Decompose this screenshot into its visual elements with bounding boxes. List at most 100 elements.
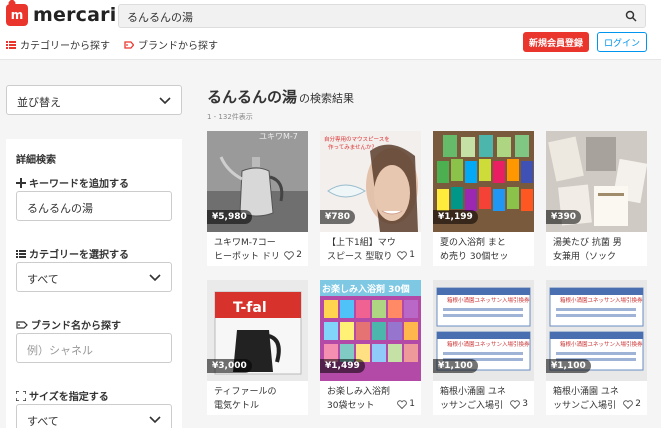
header-nav: カテゴリーから探す ブランドから探す (6, 37, 218, 52)
nav-brand-label: ブランドから探す (138, 41, 218, 52)
item-price: ¥1,499 (320, 359, 365, 373)
register-button[interactable]: 新規会員登録 (523, 32, 589, 52)
item-price: ¥390 (546, 210, 582, 224)
sort-select[interactable]: 並び替え (6, 85, 182, 115)
item-likes-count: 1 (409, 399, 415, 409)
item-card[interactable]: 箱根小涌園ユネッサン入場引換券 箱根小涌園ユネッサン入場引換券 ¥1,100 箱… (546, 280, 647, 415)
brand-placeholder: 例）シャネル (27, 344, 93, 357)
item-name: 【上下1組】マウスピース 型取り用 (327, 238, 396, 262)
item-price: ¥1,100 (546, 359, 591, 373)
logo-icon: m (6, 4, 28, 26)
svg-text:作ってみませんか？: 作ってみませんか？ (328, 143, 377, 151)
size-select[interactable]: すべて (16, 404, 172, 428)
list-icon (6, 40, 16, 49)
size-label-text: サイズを指定する (29, 392, 109, 403)
brand-label: ブランド名から探す (16, 317, 121, 332)
item-card[interactable]: ¥390 湯美たび 抗菌 男女兼用（ソックス） (546, 131, 647, 266)
item-image-caption: 箱根小涌園ユネッサン入場引換券 (447, 296, 530, 304)
item-image-caption: ユキワM-7 (259, 132, 298, 141)
header: m mercari るんるんの湯 カテゴリーから探す ブランドから探す 新規会員… (0, 0, 661, 60)
chevron-down-icon (149, 416, 161, 424)
nav-category-label: カテゴリーから探す (20, 41, 110, 52)
brand-input[interactable]: 例）シャネル (16, 333, 172, 363)
item-card[interactable]: 自分専用のマウスピースを 作ってみませんか？ ¥780 【上下1組】マウスピース… (320, 131, 421, 266)
item-name: ティファールの電気ケトル (214, 387, 277, 411)
item-likes[interactable]: 1 (397, 250, 415, 260)
item-card[interactable]: ユキワM-7 ¥5,980 ユキワM-7コーヒーポット ドリップポット 2 (207, 131, 308, 266)
brand-label-text: ブランド名から探す (31, 321, 121, 332)
item-image: 自分専用のマウスピースを 作ってみませんか？ ¥780 (320, 131, 421, 232)
keyword-value: るんるんの湯 (27, 202, 93, 215)
item-image-caption: 箱根小涌園ユネッサン入場引換券 (560, 296, 643, 304)
size-icon (16, 390, 26, 401)
item-image-caption: T-fal (233, 300, 267, 316)
search-input[interactable]: るんるんの湯 (118, 4, 646, 28)
item-price: ¥5,980 (207, 210, 252, 224)
results-title: るんるんの湯 の検索結果 (207, 86, 354, 107)
item-likes-count: 2 (296, 250, 302, 260)
heart-icon (623, 399, 634, 409)
keyword-input[interactable]: るんるんの湯 (16, 191, 172, 221)
tag-icon (16, 320, 28, 329)
results-suffix: の検索結果 (299, 92, 355, 105)
item-card[interactable]: T-fal ¥3,000 ティファールの電気ケトル (207, 280, 308, 415)
filter-title: 詳細検索 (16, 155, 56, 166)
item-image: ユキワM-7 ¥5,980 (207, 131, 308, 232)
category-select[interactable]: すべて (16, 262, 172, 292)
item-image: ¥390 (546, 131, 647, 232)
search-value: るんるんの湯 (127, 11, 193, 24)
chevron-down-icon (159, 97, 171, 105)
mercari-logo[interactable]: m mercari (6, 4, 116, 26)
item-likes-count: 3 (522, 399, 528, 409)
item-likes[interactable]: 3 (510, 399, 528, 409)
item-image-caption: お楽しみ入浴剤 30個 (322, 283, 410, 295)
item-likes[interactable]: 2 (623, 399, 641, 409)
category-label-text: カテゴリーを選択する (29, 250, 129, 261)
item-price: ¥1,199 (433, 210, 478, 224)
results-query: るんるんの湯 (207, 88, 298, 106)
item-card[interactable]: お楽しみ入浴剤 30個 ¥1,499 お楽しみ入浴剤 30袋セット 1 (320, 280, 421, 415)
item-price: ¥780 (320, 210, 356, 224)
results-count: 1 - 132件表示 (207, 113, 253, 121)
heart-icon (397, 399, 408, 409)
item-name: お楽しみ入浴剤 30袋セット (327, 387, 391, 411)
sort-label: 並び替え (17, 96, 61, 109)
item-image: T-fal ¥3,000 (207, 280, 308, 381)
chevron-down-icon (149, 274, 161, 282)
item-name: 箱根小涌園 ユネッサンご入場引換券 (553, 387, 619, 411)
keyword-label-text: キーワードを追加する (29, 179, 129, 190)
item-name: 湯美たび 抗菌 男女兼用（ソックス） (553, 238, 622, 262)
item-likes-count: 1 (409, 250, 415, 260)
svg-text:自分専用のマウスピースを: 自分専用のマウスピースを (324, 135, 390, 143)
category-label: カテゴリーを選択する (16, 246, 129, 261)
item-image: 箱根小涌園ユネッサン入場引換券 箱根小涌園ユネッサン入場引換券 ¥1,100 (546, 280, 647, 381)
list-icon (16, 249, 26, 258)
item-name: 箱根小涌園 ユネッサンご入場引換券 (440, 387, 506, 411)
item-price: ¥1,100 (433, 359, 478, 373)
nav-brand[interactable]: ブランドから探す (124, 37, 218, 52)
size-label: サイズを指定する (16, 388, 109, 403)
item-image: ¥1,199 (433, 131, 534, 232)
filter-panel: 詳細検索 キーワードを追加する るんるんの湯 カテゴリーを選択する すべて ブラ… (6, 139, 182, 428)
item-likes[interactable]: 2 (284, 250, 302, 260)
login-button[interactable]: ログイン (597, 32, 647, 52)
category-value: すべて (27, 273, 59, 286)
item-card[interactable]: ¥1,199 夏の入浴剤 まとめ売り 30個セット 泡入 (433, 131, 534, 266)
logo-text: mercari (33, 4, 117, 26)
item-name: ユキワM-7コーヒーポット ドリップポット (214, 238, 280, 262)
tag-icon (124, 40, 134, 49)
size-value: すべて (27, 415, 59, 428)
item-image: 箱根小涌園ユネッサン入場引換券 箱根小涌園ユネッサン入場引換券 ¥1,100 (433, 280, 534, 381)
heart-icon (284, 250, 295, 260)
item-likes-count: 2 (635, 399, 641, 409)
item-card[interactable]: 箱根小涌園ユネッサン入場引換券 箱根小涌園ユネッサン入場引換券 ¥1,100 箱… (433, 280, 534, 415)
keyword-label: キーワードを追加する (16, 175, 129, 190)
plus-icon (16, 177, 26, 188)
item-name: 夏の入浴剤 まとめ売り 30個セット 泡入 (440, 238, 509, 262)
heart-icon (510, 399, 521, 409)
nav-category[interactable]: カテゴリーから探す (6, 37, 110, 52)
search-icon[interactable] (625, 10, 637, 22)
item-price: ¥3,000 (207, 359, 252, 373)
svg-text:箱根小涌園ユネッサン入場引換券: 箱根小涌園ユネッサン入場引換券 (560, 340, 643, 348)
item-likes[interactable]: 1 (397, 399, 415, 409)
